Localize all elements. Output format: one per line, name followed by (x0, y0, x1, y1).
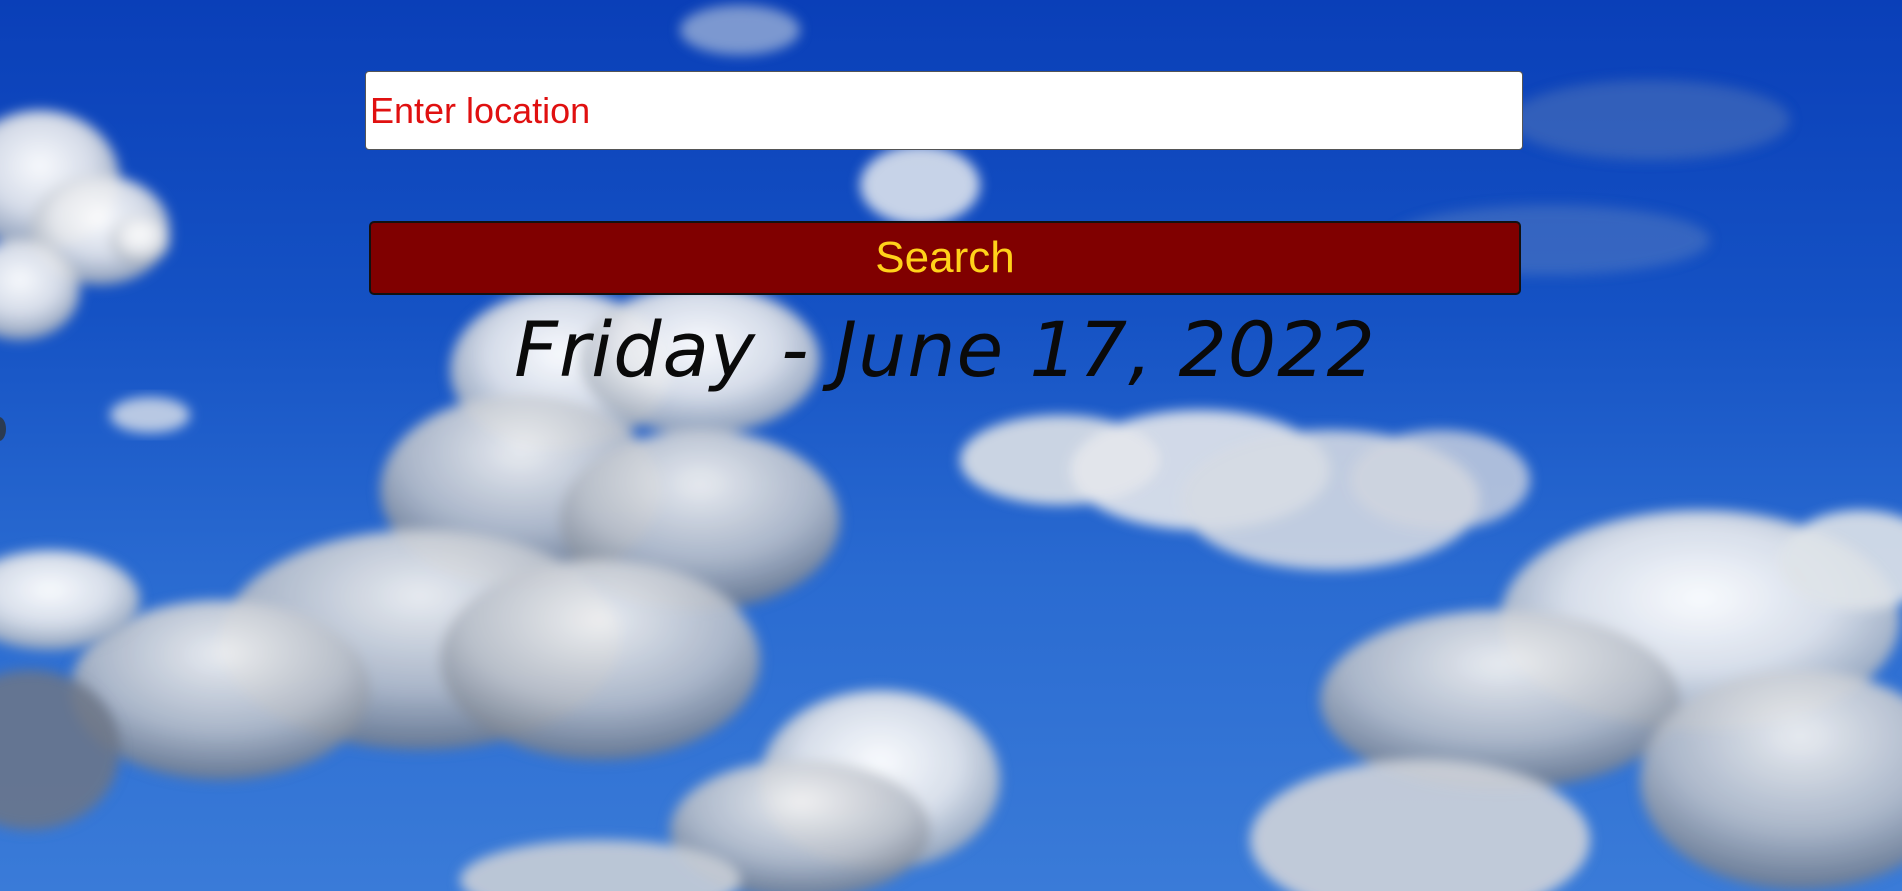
cloud-wisp (110, 397, 190, 433)
search-button[interactable]: Search (369, 221, 1521, 295)
date-label: Friday - June 17, 2022 (514, 305, 1376, 394)
cloud-top-left (0, 110, 170, 340)
location-input[interactable] (365, 71, 1523, 150)
